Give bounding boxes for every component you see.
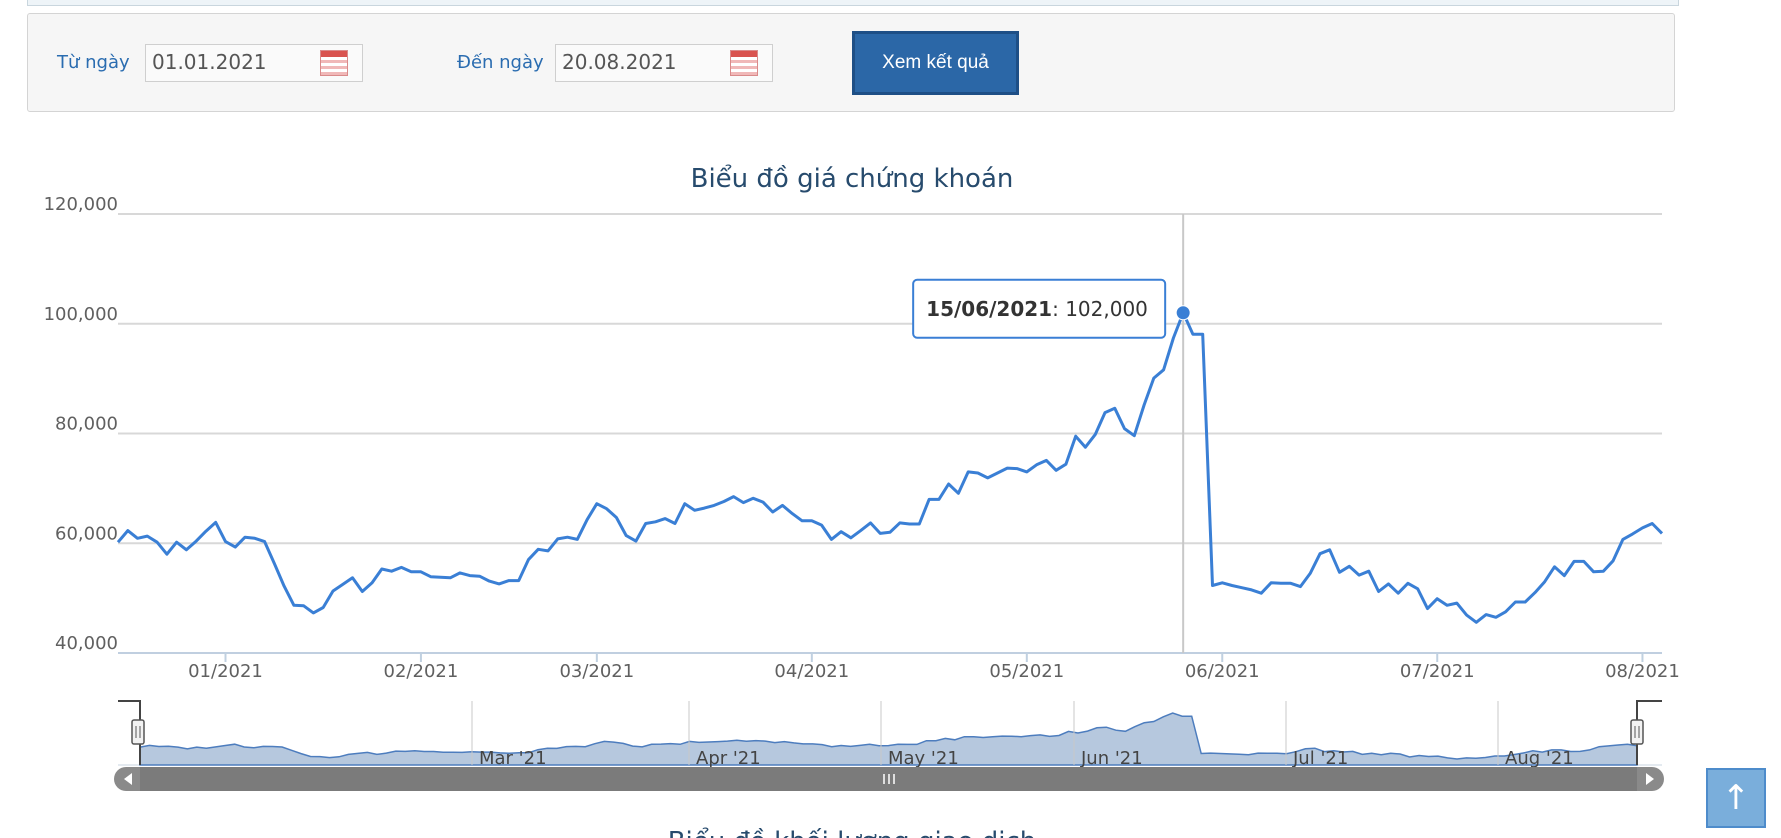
x-tick-label: 04/2021 [774, 661, 849, 682]
navigator-label: Aug '21 [1505, 748, 1574, 769]
arrow-up-icon[interactable]: ↑ [1706, 768, 1766, 828]
navigator-label: Jun '21 [1080, 748, 1143, 769]
navigator-label: Jul '21 [1292, 748, 1348, 769]
price-chart: Biểu đồ giá chứng khoán 120,000 100,000 80… [44, 163, 1680, 838]
y-tick-label: 60,000 [55, 523, 118, 544]
next-section-title: Biểu đồ khối lượng giao dịch [668, 826, 1037, 838]
tooltip-value: : 102,000 [1052, 297, 1148, 321]
x-tick-label: 05/2021 [989, 661, 1064, 682]
y-tick-label: 80,000 [55, 414, 118, 435]
x-axis-labels: 01/2021 02/2021 03/2021 04/2021 05/2021 06/20… [188, 653, 1680, 682]
price-line [116, 311, 1664, 624]
hover-point-marker [1175, 305, 1191, 321]
navigator-label: May '21 [888, 748, 959, 769]
x-tick-label: 08/2021 [1605, 661, 1680, 682]
chart-grid [118, 213, 1662, 654]
navigator-label: Mar '21 [479, 748, 547, 769]
x-tick-label: 06/2021 [1185, 661, 1260, 682]
y-axis-labels: 120,000 100,000 80,000 60,000 40,000 [44, 194, 118, 654]
navigator-label: Apr '21 [696, 748, 761, 769]
y-tick-label: 100,000 [44, 304, 118, 325]
range-navigator[interactable]: Mar '21 Apr '21 May '21 Jun '21 Jul '21 Aug '… [114, 700, 1664, 791]
navigator-handle [131, 719, 145, 745]
price-tooltip: 15/06/2021: 102,000 [912, 278, 1167, 339]
y-tick-label: 120,000 [44, 194, 118, 215]
chart-title: Biểu đồ giá chứng khoán [691, 163, 1014, 194]
y-tick-label: 40,000 [55, 633, 118, 654]
tooltip-text: 15/06/2021: 102,000 [926, 297, 1148, 321]
price-series[interactable] [116, 305, 1664, 624]
tooltip-date: 15/06/2021 [926, 297, 1052, 321]
x-tick-label: 02/2021 [384, 661, 459, 682]
x-tick-label: 07/2021 [1400, 661, 1475, 682]
x-tick-label: 01/2021 [188, 661, 263, 682]
x-tick-label: 03/2021 [559, 661, 634, 682]
navigator-handle [1630, 719, 1644, 745]
